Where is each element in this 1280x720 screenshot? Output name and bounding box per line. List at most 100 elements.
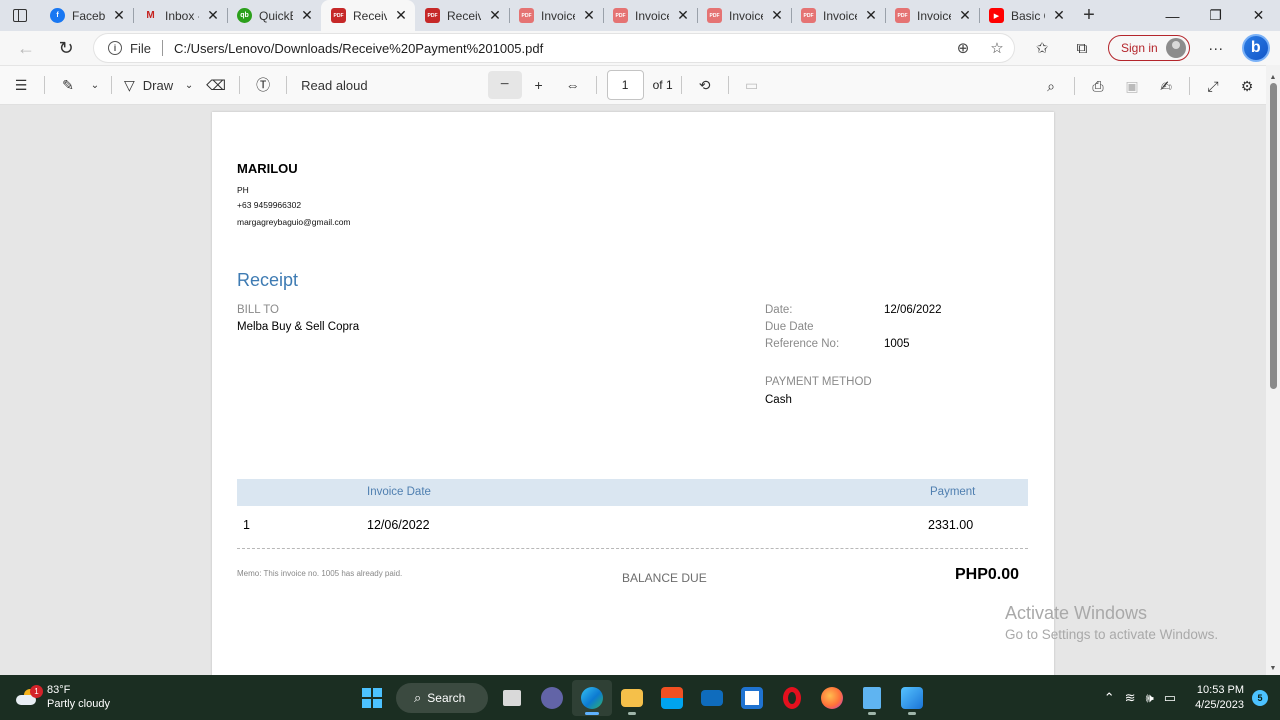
erase-button[interactable]: ⌫	[199, 70, 233, 100]
windows-logo-icon	[362, 688, 382, 708]
notification-badge[interactable]: 5	[1252, 689, 1268, 706]
opera-button[interactable]	[772, 680, 812, 716]
bing-chat-button[interactable]: b	[1241, 34, 1270, 62]
tab-quickbooks[interactable]: qb QuickBooks ✕	[227, 0, 321, 31]
weather-widget[interactable]: 1 83°F Partly cloudy	[16, 683, 110, 711]
chat-icon	[541, 687, 563, 709]
settings-more-button[interactable]: ···	[1196, 32, 1236, 64]
temperature: 83°F	[47, 684, 71, 696]
clock-date: 4/25/2023	[1195, 698, 1244, 711]
start-button[interactable]	[352, 680, 392, 716]
save-as-button[interactable]: ✍	[1149, 71, 1183, 101]
reference-label: Reference No:	[765, 338, 840, 350]
watermark-title: Activate Windows	[1005, 603, 1148, 623]
photos-button[interactable]	[892, 680, 932, 716]
tab-title: Receive Payment	[447, 8, 481, 23]
url-text[interactable]: C:/Users/Lenovo/Downloads/Receive%20Paym…	[174, 41, 946, 56]
close-icon[interactable]: ✕	[393, 7, 409, 24]
address-bar[interactable]: i File C:/Users/Lenovo/Downloads/Receive…	[94, 34, 1014, 62]
tab-invoice[interactable]: PDF Invoice ✕	[603, 0, 697, 31]
close-window-button[interactable]: ✕	[1237, 0, 1280, 31]
tab-facebook[interactable]: f Facebook ✕	[40, 0, 133, 31]
tab-inbox[interactable]: M Inbox - ✕	[133, 0, 227, 31]
firefox-icon	[821, 687, 843, 709]
app-button[interactable]	[732, 680, 772, 716]
list-icon: ☰	[14, 76, 28, 93]
volume-icon[interactable]: 🕪	[1146, 690, 1154, 706]
firefox-button[interactable]	[812, 680, 852, 716]
favorites-button[interactable]: ✩	[1022, 32, 1062, 64]
gmail-icon: M	[146, 10, 155, 21]
minimize-button[interactable]: —	[1151, 0, 1194, 31]
workspaces-button[interactable]	[0, 0, 40, 31]
close-icon[interactable]: ✕	[769, 7, 785, 24]
text-box-icon: Ⓣ	[256, 77, 271, 93]
tab-receive-payment-active[interactable]: PDF Receive Payment ✕	[321, 0, 415, 31]
page-number-input[interactable]: 1	[606, 70, 644, 100]
battery-icon[interactable]: ▭	[1164, 690, 1176, 706]
pdf-settings-button[interactable]: ⚙	[1230, 71, 1264, 101]
find-button[interactable]: ⌕	[1034, 71, 1068, 101]
store-button[interactable]	[652, 680, 692, 716]
page-view-button[interactable]: ▭	[735, 70, 769, 100]
notepad-button[interactable]	[852, 680, 892, 716]
full-screen-button[interactable]: ⤢	[1196, 71, 1230, 101]
search-icon: ⌕	[414, 690, 422, 705]
wifi-icon[interactable]: ≋	[1125, 690, 1136, 706]
vertical-scrollbar[interactable]: ▲ ▼	[1266, 65, 1280, 675]
draw-button[interactable]: ▽ Draw	[118, 70, 179, 100]
close-icon[interactable]: ✕	[1051, 7, 1067, 24]
task-view-button[interactable]	[492, 680, 532, 716]
pdf-icon: PDF	[801, 8, 816, 23]
rotate-button[interactable]: ⟲	[688, 70, 722, 100]
print-button[interactable]: ⎙	[1081, 71, 1115, 101]
tab-receive-payment[interactable]: PDF Receive Payment ✕	[415, 0, 509, 31]
highlight-button[interactable]: ✎	[51, 70, 85, 100]
close-icon[interactable]: ✕	[581, 7, 597, 24]
tab-invoice[interactable]: PDF Invoice ✕	[697, 0, 791, 31]
taskbar-search[interactable]: ⌕ Search	[396, 683, 488, 713]
collections-button[interactable]: ⧉	[1062, 32, 1102, 64]
sign-in-button[interactable]: Sign in	[1108, 35, 1190, 61]
info-icon[interactable]: i	[108, 41, 122, 55]
text-button[interactable]: Ⓣ	[246, 70, 280, 100]
restore-button[interactable]: ❐	[1194, 0, 1237, 31]
chevron-up-icon[interactable]: ⌃	[1104, 690, 1115, 706]
read-aloud-button[interactable]: Read aloud	[293, 70, 376, 100]
save-button[interactable]: ▣	[1115, 71, 1149, 101]
scroll-down-arrow[interactable]: ▼	[1266, 661, 1280, 675]
close-icon[interactable]: ✕	[205, 7, 221, 24]
weather-alert-badge: 1	[30, 685, 43, 698]
clock[interactable]: 10:53 PM 4/25/2023	[1195, 683, 1244, 713]
tab-invoice[interactable]: PDF Invoice ✕	[885, 0, 979, 31]
tab-invoice[interactable]: PDF Invoice ✕	[509, 0, 603, 31]
fit-width-button[interactable]: ⇔	[556, 70, 590, 100]
close-icon[interactable]: ✕	[111, 7, 127, 24]
close-icon[interactable]: ✕	[957, 7, 973, 24]
tab-invoice[interactable]: PDF Invoice ✕	[791, 0, 885, 31]
new-tab-button[interactable]: +	[1073, 0, 1105, 31]
mail-button[interactable]	[692, 680, 732, 716]
back-button[interactable]: ←	[6, 32, 46, 64]
draw-options-button[interactable]: ⌄	[179, 70, 199, 100]
scroll-up-arrow[interactable]: ▲	[1266, 70, 1280, 84]
add-favorite-icon[interactable]: ☆	[980, 39, 1014, 57]
scrollbar-thumb[interactable]	[1270, 83, 1277, 389]
zoom-in-button[interactable]: +	[522, 70, 556, 100]
highlight-options-button[interactable]: ⌄	[85, 70, 105, 100]
close-icon[interactable]: ✕	[675, 7, 691, 24]
tab-basic-q[interactable]: ▶ Basic Q ✕	[979, 0, 1073, 31]
contents-button[interactable]: ☰	[4, 70, 38, 100]
close-icon[interactable]: ✕	[299, 7, 315, 24]
close-icon[interactable]: ✕	[863, 7, 879, 24]
taskbar-apps: ⌕ Search	[352, 680, 932, 716]
teams-chat-button[interactable]	[532, 680, 572, 716]
zoom-out-button[interactable]: −	[487, 71, 522, 99]
search-icon: ⌕	[1047, 77, 1055, 94]
edge-taskbar-button[interactable]	[572, 680, 612, 716]
file-explorer-button[interactable]	[612, 680, 652, 716]
pdf-viewer[interactable]: MARILOU PH +63 9459966302 margagreybagui…	[0, 105, 1266, 675]
refresh-button[interactable]: ↻	[46, 32, 86, 64]
close-icon[interactable]: ✕	[487, 7, 503, 24]
zoom-icon[interactable]: ⊕	[946, 39, 980, 57]
